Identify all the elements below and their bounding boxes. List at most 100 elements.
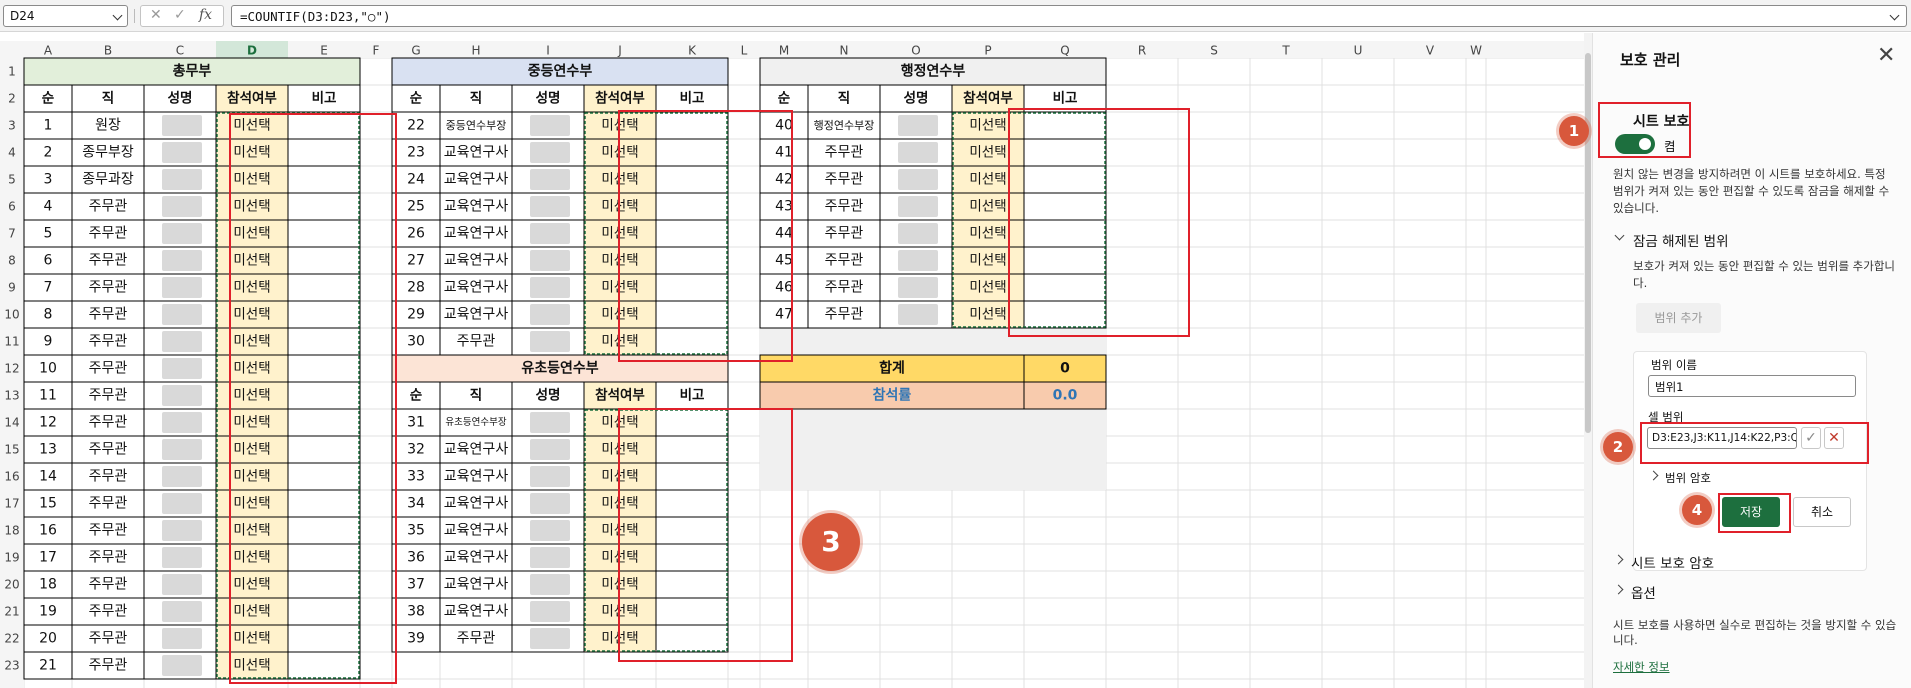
clear-range-icon[interactable]: ✕: [1824, 427, 1844, 449]
step-badge-4: 4: [1682, 495, 1712, 525]
table-cell[interactable]: [287, 219, 361, 248]
role-text: 교육연구사: [444, 145, 509, 161]
table-cell[interactable]: [655, 327, 729, 356]
table-cell[interactable]: [1023, 273, 1107, 302]
formula-input[interactable]: =COUNTIF(D3:D23,"○"): [231, 5, 1907, 27]
table-cell[interactable]: [655, 111, 729, 140]
table-header: 순: [42, 91, 55, 107]
blurred-name: [530, 628, 570, 649]
role-text: 주무관: [457, 631, 496, 647]
table-cell[interactable]: [655, 516, 729, 545]
role-text: 교육연구사: [444, 442, 509, 458]
chevron-down-icon[interactable]: [1889, 10, 1900, 21]
table-cell[interactable]: [287, 273, 361, 302]
options-section[interactable]: 옵션: [1631, 582, 1656, 602]
table-cell[interactable]: [655, 462, 729, 491]
chevron-right-icon[interactable]: [1613, 554, 1624, 565]
table-cell[interactable]: [655, 597, 729, 626]
role-text: 교육연구사: [444, 523, 509, 539]
role-text: 중등연수부장: [446, 119, 507, 132]
status-text: 미선택: [601, 469, 638, 485]
table-cell[interactable]: [287, 597, 361, 626]
status-text: 미선택: [601, 226, 638, 242]
table-cell[interactable]: [1023, 219, 1107, 248]
table-cell[interactable]: [287, 651, 361, 680]
close-icon[interactable]: ✕: [1877, 43, 1895, 68]
insert-function-icon[interactable]: fx: [199, 7, 212, 23]
table-cell[interactable]: [287, 408, 361, 437]
blurred-name: [530, 601, 570, 622]
table-cell[interactable]: [287, 624, 361, 653]
table-cell[interactable]: [287, 246, 361, 275]
row-header-12: 12: [4, 362, 19, 376]
table-cell[interactable]: [287, 462, 361, 491]
table-cell[interactable]: [287, 435, 361, 464]
pane-title: 보호 관리: [1620, 51, 1681, 69]
save-button[interactable]: 저장: [1722, 497, 1780, 527]
table-cell[interactable]: [655, 624, 729, 653]
learn-more-link[interactable]: 자세한 정보: [1613, 659, 1670, 675]
table-cell[interactable]: [287, 192, 361, 221]
blurred-name: [530, 223, 570, 244]
row-header-9: 9: [8, 281, 16, 295]
row-number: 43: [775, 199, 793, 215]
scrollbar-thumb[interactable]: [1585, 53, 1591, 433]
table-cell[interactable]: [287, 111, 361, 140]
worksheet-canvas[interactable]: A B C D E F G H I J K L M N O P Q R S T U V W12345678910111213…: [0, 41, 1590, 688]
range-name-input[interactable]: 범위1: [1648, 375, 1856, 397]
table-cell[interactable]: [655, 165, 729, 194]
table-cell[interactable]: [287, 327, 361, 356]
table-cell[interactable]: [287, 165, 361, 194]
table-header: 참석여부: [595, 387, 645, 404]
chevron-right-icon[interactable]: [1613, 584, 1624, 595]
table-cell[interactable]: [287, 354, 361, 383]
table-cell[interactable]: [655, 408, 729, 437]
table-cell[interactable]: [287, 543, 361, 572]
status-text: 미선택: [233, 550, 270, 566]
table-cell[interactable]: [655, 300, 729, 329]
status-text: 미선택: [233, 361, 270, 377]
chevron-down-icon[interactable]: [1614, 230, 1625, 241]
table-cell[interactable]: [287, 489, 361, 518]
range-password-toggle[interactable]: 범위 암호: [1665, 470, 1711, 486]
blurred-name: [530, 493, 570, 514]
table-cell[interactable]: [655, 138, 729, 167]
cancel-formula-icon[interactable]: ✕: [150, 7, 162, 23]
table-cell[interactable]: [655, 543, 729, 572]
table-cell[interactable]: [287, 516, 361, 545]
confirm-range-icon[interactable]: ✓: [1801, 427, 1821, 449]
table-cell[interactable]: [1023, 300, 1107, 329]
table-cell[interactable]: [1023, 165, 1107, 194]
cell-range-input[interactable]: D3:E23,J3:K11,J14:K22,P3:Q10: [1647, 427, 1797, 449]
table-cell[interactable]: [287, 300, 361, 329]
row-header-10: 10: [4, 308, 19, 322]
unlocked-ranges-heading[interactable]: 잠금 해제된 범위: [1633, 230, 1729, 250]
table-cell[interactable]: [1023, 138, 1107, 167]
add-range-button[interactable]: 범위 추가: [1636, 303, 1721, 333]
status-text: 미선택: [601, 199, 638, 215]
table-cell[interactable]: [655, 273, 729, 302]
table-cell[interactable]: [655, 489, 729, 518]
table-cell[interactable]: [287, 381, 361, 410]
sheet-protect-toggle[interactable]: [1615, 134, 1655, 154]
blurred-name: [162, 115, 202, 136]
pane-footer-text: 시트 보호를 사용하면 실수로 편집하는 것을 방지할 수 있습니다.: [1613, 618, 1897, 647]
name-box[interactable]: D24: [3, 5, 128, 27]
table-cell[interactable]: [287, 570, 361, 599]
table-cell[interactable]: [655, 570, 729, 599]
table-cell[interactable]: [1023, 246, 1107, 275]
chevron-down-icon[interactable]: [112, 10, 123, 21]
status-text: 미선택: [233, 226, 270, 242]
table-cell[interactable]: [655, 435, 729, 464]
table-cell[interactable]: [655, 219, 729, 248]
table-cell[interactable]: [655, 192, 729, 221]
table-cell[interactable]: [287, 138, 361, 167]
sheet-password-section[interactable]: 시트 보호 암호: [1631, 552, 1714, 572]
table-cell[interactable]: [655, 246, 729, 275]
table-header: 직: [838, 90, 850, 107]
worksheet-grid[interactable]: A B C D E F G H I J K L M N O P Q R S T U V W 1 2 3 4 5 6 7 8 9 10 11 12 13…: [0, 41, 1590, 688]
table-cell[interactable]: [1023, 111, 1107, 140]
cancel-button[interactable]: 취소: [1793, 497, 1851, 527]
table-cell[interactable]: [1023, 192, 1107, 221]
enter-formula-icon[interactable]: ✓: [174, 7, 186, 23]
